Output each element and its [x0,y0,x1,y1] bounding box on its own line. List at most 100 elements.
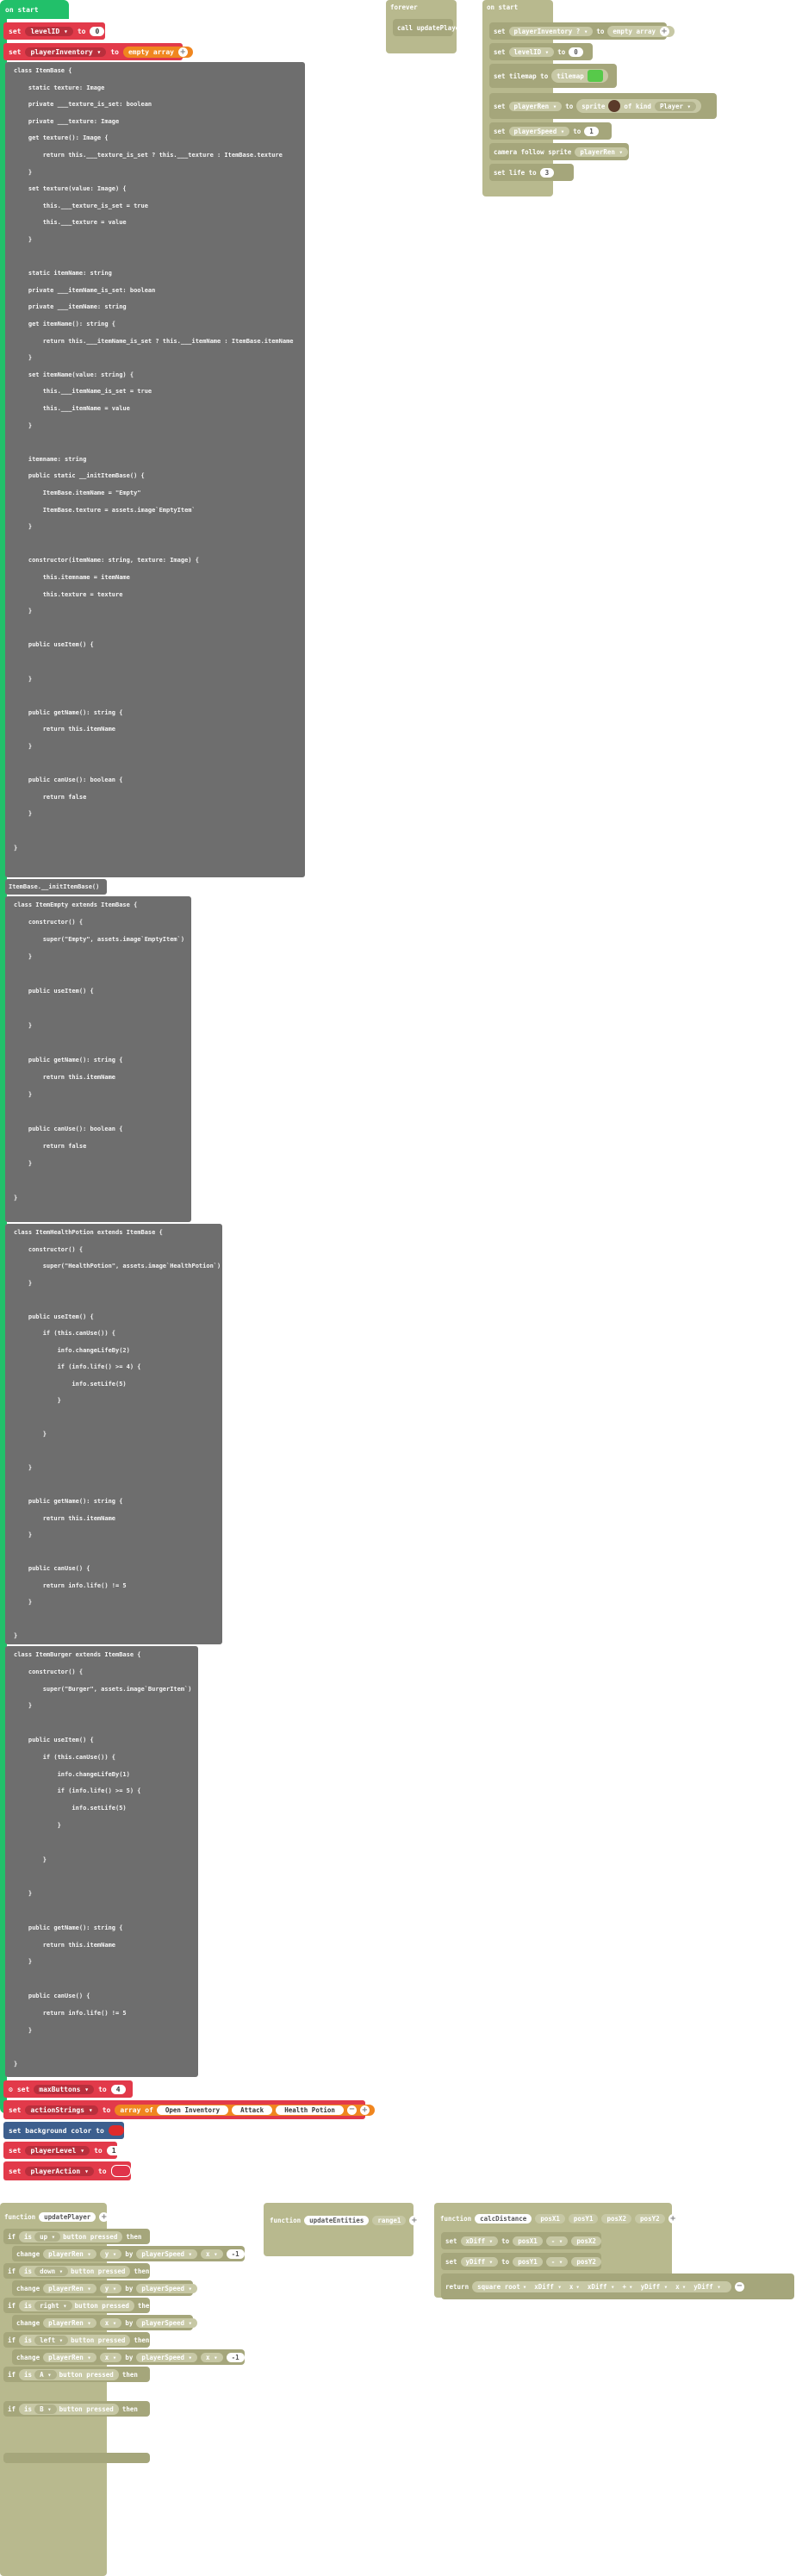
forever-block[interactable]: forever call updatePlayer [386,0,463,53]
amount-reporter[interactable]: playerSpeed ▾ [136,2283,198,2293]
multiplier-value[interactable]: -1 [226,2352,245,2362]
add-icon[interactable]: + [659,26,669,36]
tilemap-block[interactable]: tilemap [551,69,608,83]
posx2-reporter[interactable]: posX2 [571,2236,601,2246]
set-ydiff-block[interactable]: set yDiff ▾ to posY1 - ▾ posY2 [441,2253,601,2270]
axis-dropdown[interactable]: y ▾ [99,2283,122,2293]
class-itemhealthpotion-block[interactable]: class ItemHealthPotion extends ItemBase … [5,1224,222,1644]
axis-dropdown[interactable]: y ▾ [99,2249,122,2259]
set-actionstrings-block[interactable]: set actionStrings ▾ to array of Open Inv… [3,2100,375,2119]
if-block[interactable]: if is left ▾ button pressed then [3,2332,150,2348]
playerspeed-dropdown[interactable]: playerSpeed ▾ [508,126,570,136]
param-posy2[interactable]: posY2 [635,2213,665,2224]
xdiff-dropdown[interactable]: xDiff ▾ [460,2236,499,2246]
set-playeraction-block[interactable]: set playerAction ▾ to [3,2161,131,2180]
operator-dropdown[interactable]: x ▾ [201,2352,223,2362]
levelid-2-dropdown[interactable]: levelID ▾ [508,47,555,57]
param-range1[interactable]: range1 [372,2215,407,2225]
button-dropdown[interactable]: up ▾ [34,2231,61,2242]
array-of-block[interactable]: array of Open Inventory Attack Health Po… [115,2104,375,2116]
posx1-reporter[interactable]: posX1 [513,2236,543,2246]
empty-array-block[interactable]: empty array + [122,46,193,58]
on-start-hat[interactable]: on start [0,0,69,19]
param-posy1[interactable]: posY1 [568,2213,599,2224]
add-param-icon[interactable]: + [99,2211,109,2222]
button-dropdown[interactable]: A ▾ [34,2369,57,2380]
life-value[interactable]: 3 [539,167,555,178]
square-root-block[interactable]: square root ▾ xDiff ▾ x ▾ xDiff ▾ + ▾ yD… [472,2280,731,2292]
set-maxbuttons-block[interactable]: ⚙ set maxButtons ▾ to 4 [3,2080,133,2098]
posy2-reporter[interactable]: posY2 [571,2256,601,2267]
playerspeed-value[interactable]: 1 [584,126,599,136]
sprite-dropdown[interactable]: playerRen ▾ [43,2249,96,2259]
ydiff-reporter-2[interactable]: yDiff ▾ [688,2281,726,2292]
set-playerlevel-block[interactable]: set playerLevel ▾ to 1 [3,2142,121,2159]
set-levelid-2-block[interactable]: set levelID ▾ to 0 [489,43,593,60]
levelid-dropdown[interactable]: levelID ▾ [25,26,73,36]
if-block[interactable]: if is up ▾ button pressed then [3,2229,150,2244]
camera-follow-block[interactable]: camera follow sprite playerRen ▾ [489,143,629,160]
is-button-pressed-block[interactable]: is right ▾ button pressed [19,2299,134,2311]
maxbuttons-value[interactable]: 4 [110,2084,126,2094]
amount-reporter[interactable]: playerSpeed ▾ [136,2249,198,2259]
function-name-updateplayer[interactable]: updatePlayer [39,2211,96,2222]
remove-icon[interactable]: − [734,2281,744,2292]
playeraction-swatch[interactable] [110,2165,131,2177]
sprite-dropdown[interactable]: playerRen ▾ [43,2317,96,2328]
add-icon[interactable]: + [177,47,188,57]
is-button-pressed-block[interactable]: is down ▾ button pressed [19,2265,131,2277]
minus-operator[interactable]: - ▾ [545,2256,569,2267]
tilemap-thumbnail[interactable] [587,70,603,82]
function-name-calcdistance[interactable]: calcDistance [475,2213,532,2224]
button-dropdown[interactable]: down ▾ [34,2266,69,2276]
remove-icon[interactable]: − [346,2105,357,2115]
change-position-block[interactable]: change playerRen ▾ y ▾ by playerSpeed ▾ [12,2280,198,2296]
set-playerinventory-2-block[interactable]: set playerInventory ? ▾ to empty array + [489,22,675,40]
button-dropdown[interactable]: B ▾ [34,2404,57,2414]
is-button-pressed-block[interactable]: is up ▾ button pressed [19,2230,123,2242]
add-param-icon[interactable]: + [409,2215,420,2225]
set-playerren-block[interactable]: set playerRen ▾ to sprite of kind Player… [489,93,717,119]
array-item-health-potion[interactable]: Health Potion [276,2105,344,2115]
set-levelid-block[interactable]: set levelID ▾ to 0 [3,22,105,40]
set-playerinventory-block[interactable]: set playerInventory ▾ to empty array + [3,43,193,60]
set-tilemap-block[interactable]: set tilemap to tilemap [489,64,617,88]
multiplier-value[interactable]: -1 [226,2249,245,2259]
ydiff-dropdown[interactable]: yDiff ▾ [460,2256,499,2267]
playerlevel-value[interactable]: 1 [106,2145,121,2155]
function-name-updateentities[interactable]: updateEntities [304,2215,370,2225]
if-block[interactable]: if is A ▾ button pressed then [3,2367,150,2382]
call-updateplayer-block[interactable]: call updatePlayer [393,19,463,36]
xdiff-reporter[interactable]: xDiff ▾ [529,2281,567,2292]
set-life-block[interactable]: set life to 3 [489,164,574,181]
set-playerspeed-block[interactable]: set playerSpeed ▾ to 1 [489,122,612,140]
class-itemburger-block[interactable]: class ItemBurger extends ItemBase { cons… [5,1646,198,2077]
set-background-color-block[interactable]: set background color to [3,2122,124,2139]
empty-array-2[interactable]: empty array + [607,25,675,37]
button-dropdown[interactable]: right ▾ [34,2300,72,2311]
kind-dropdown[interactable]: Player ▾ [654,101,697,111]
posy1-reporter[interactable]: posY1 [513,2256,543,2267]
color-swatch[interactable] [108,2125,124,2136]
change-position-block[interactable]: change playerRen ▾ x ▾ by playerSpeed ▾ x… [12,2349,245,2365]
operator-dropdown[interactable]: x ▾ [201,2249,223,2259]
is-button-pressed-block[interactable]: is B ▾ button pressed [19,2403,119,2415]
xdiff-reporter-2[interactable]: xDiff ▾ [581,2281,620,2292]
sprite-dropdown[interactable]: playerRen ▾ [43,2352,96,2362]
empty-block-slot[interactable] [3,2453,150,2463]
sprite-dropdown[interactable]: playerRen ▾ [43,2283,96,2293]
maxbuttons-dropdown[interactable]: maxButtons ▾ [34,2084,95,2094]
is-button-pressed-block[interactable]: is A ▾ button pressed [19,2368,119,2380]
amount-reporter[interactable]: playerSpeed ▾ [136,2317,198,2328]
levelid-value[interactable]: 0 [90,26,105,36]
change-position-block[interactable]: change playerRen ▾ y ▾ by playerSpeed ▾ x… [12,2246,245,2261]
playeraction-dropdown[interactable]: playerAction ▾ [25,2166,94,2176]
gear-icon[interactable]: ⚙ [9,2086,13,2093]
levelid-2-value[interactable]: 0 [569,47,583,57]
change-position-block[interactable]: change playerRen ▾ x ▾ by playerSpeed ▾ [12,2315,198,2330]
if-block[interactable]: if is right ▾ button pressed then [3,2298,153,2313]
return-block[interactable]: return square root ▾ xDiff ▾ x ▾ xDiff ▾… [441,2273,794,2299]
axis-dropdown[interactable]: x ▾ [99,2317,122,2328]
init-itembase-block[interactable]: ItemBase.__initItemBase() [5,879,107,895]
button-dropdown[interactable]: left ▾ [34,2335,69,2345]
